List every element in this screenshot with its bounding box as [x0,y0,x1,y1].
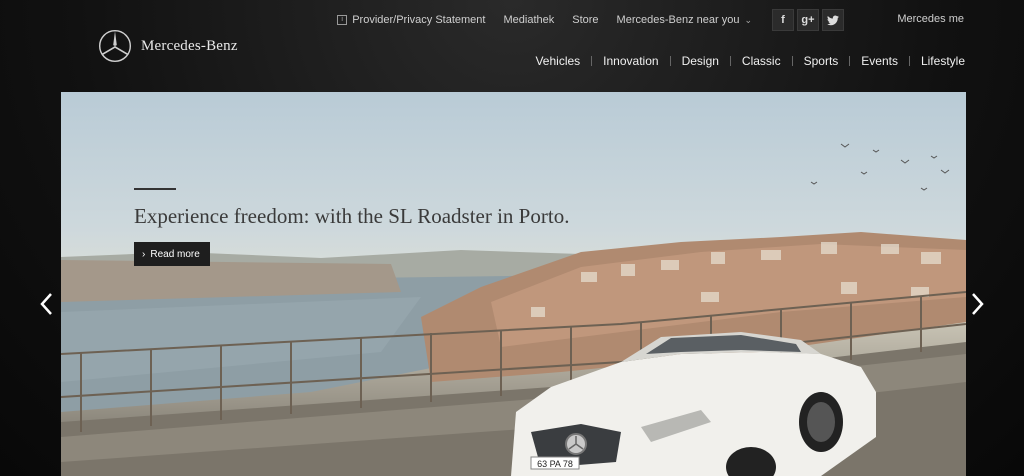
carousel-prev-button[interactable] [34,287,58,321]
read-more-button[interactable]: › Read more [134,242,210,266]
chevron-left-icon [40,293,52,315]
nav-innovation[interactable]: Innovation [592,54,669,68]
meta-nav: i Provider/Privacy Statement Mediathek S… [337,9,844,31]
store-link[interactable]: Store [572,14,598,26]
provider-label: Provider/Privacy Statement [352,14,486,26]
license-plate: 63 PA 78 [537,459,573,469]
chevron-right-icon [972,293,984,315]
googleplus-button[interactable]: g+ [797,9,819,31]
nav-sports[interactable]: Sports [793,54,850,68]
chevron-right-icon: › [142,248,146,260]
near-you-dropdown[interactable]: Mercedes-Benz near you ⌄ [617,14,752,26]
social-links: f g+ [772,9,844,31]
nav-lifestyle[interactable]: Lifestyle [910,54,965,68]
near-you-label: Mercedes-Benz near you [616,14,740,26]
hero-image: 63 PA 78 [61,143,966,476]
carousel-next-button[interactable] [966,287,990,321]
nav-events[interactable]: Events [850,54,909,68]
mediathek-link[interactable]: Mediathek [503,14,554,26]
brand-logo[interactable]: Mercedes-Benz [97,28,238,64]
hero-title: Experience freedom: with the SL Roadster… [134,204,570,228]
chevron-down-icon: ⌄ [744,14,752,25]
hero-slide[interactable]: 63 PA 78 Experience freedom: with the SL… [61,92,966,476]
mediathek-label: Mediathek [503,14,555,26]
brand-name: Mercedes-Benz [141,37,238,54]
nav-vehicles[interactable]: Vehicles [524,54,591,68]
nav-design[interactable]: Design [671,54,730,68]
mercedes-star-icon [98,29,132,63]
info-icon: i [337,15,348,25]
main-nav: Vehicles Innovation Design Classic Sport… [524,54,965,68]
store-label: Store [572,14,599,26]
twitter-button[interactable] [822,9,844,31]
read-more-label: Read more [150,248,200,260]
provider-link[interactable]: i Provider/Privacy Statement [337,14,485,26]
facebook-icon: f [781,14,785,26]
nav-classic[interactable]: Classic [731,54,792,68]
googleplus-icon: g+ [801,14,815,26]
facebook-button[interactable]: f [772,9,794,31]
mercedes-me-link[interactable]: Mercedes me [897,13,964,25]
twitter-icon [827,14,839,25]
title-divider [134,188,176,190]
